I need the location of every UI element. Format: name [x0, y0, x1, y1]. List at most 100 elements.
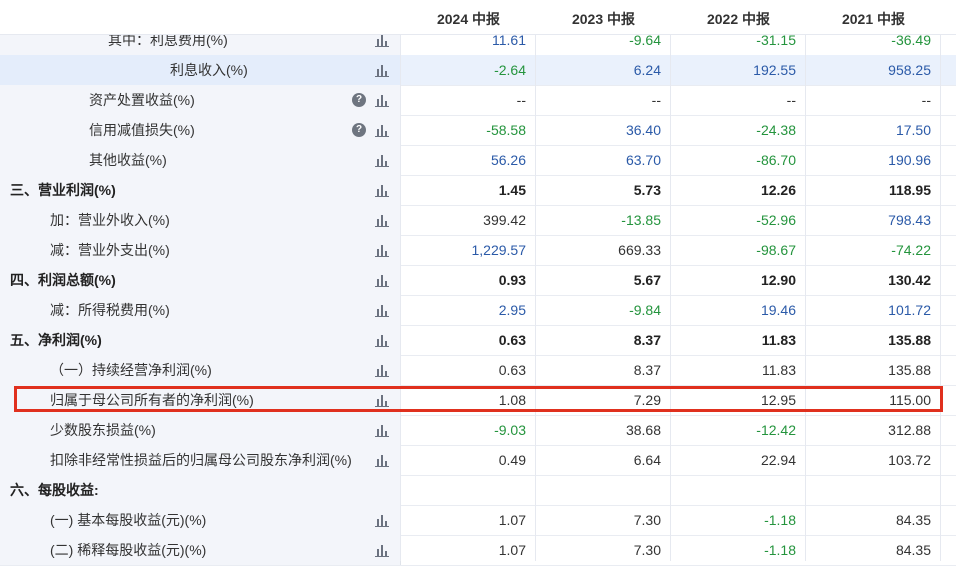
table-row: 四、利润总额(%) 0.93 5.67 12.90 130.42	[0, 265, 956, 296]
row-label-cell: 其他收益(%)	[0, 145, 401, 175]
value-cell: -52.96	[756, 212, 796, 228]
value-cell: -9.84	[629, 302, 661, 318]
bar-chart-icon[interactable]	[375, 333, 389, 347]
value-cell: 19.46	[760, 302, 796, 318]
row-label-cell: 资产处置收益(%)?	[0, 85, 401, 115]
value-cell: 11.83	[761, 332, 796, 348]
table-row: 资产处置收益(%)? -- -- -- --	[0, 85, 956, 116]
bar-chart-icon[interactable]	[375, 393, 389, 407]
bar-chart-icon[interactable]	[375, 303, 389, 317]
row-label: (一) 基本每股收益(元)(%)	[50, 512, 207, 528]
value-cell: -9.03	[494, 422, 526, 438]
row-label-cell: (一) 基本每股收益(元)(%)	[0, 505, 401, 535]
value-cell	[806, 475, 941, 505]
row-label: 利息收入(%)	[170, 62, 248, 78]
row-label: 归属于母公司所有者的净利润(%)	[50, 392, 254, 408]
row-label: 四、利润总额(%)	[10, 272, 116, 288]
value-cell: 399.42	[483, 212, 526, 228]
bar-chart-icon[interactable]	[375, 243, 389, 257]
column-header[interactable]: 2021 中报	[806, 0, 941, 34]
column-header[interactable]: 2023 中报	[536, 0, 671, 34]
table-row: 归属于母公司所有者的净利润(%) 1.08 7.29 12.95 115.00	[0, 385, 956, 416]
table-row: 少数股东损益(%) -9.03 38.68 -12.42 312.88	[0, 415, 956, 446]
bar-chart-icon[interactable]	[375, 363, 389, 377]
value-cell	[536, 475, 671, 505]
column-header[interactable]: 2024 中报	[401, 0, 536, 34]
value-cell: --	[651, 92, 661, 108]
column-divider	[670, 0, 671, 561]
value-cell: 11.83	[762, 362, 796, 378]
value-cell: -2.64	[494, 62, 526, 78]
question-circle-icon[interactable]: ?	[352, 123, 366, 137]
row-label: 其他收益(%)	[89, 152, 167, 168]
bar-chart-icon[interactable]	[375, 63, 389, 77]
bar-chart-icon[interactable]	[375, 153, 389, 167]
table-row: 利息收入(%) -2.64 6.24 192.55 958.25	[0, 55, 956, 86]
row-label-cell: 信用减值损失(%)?	[0, 115, 401, 145]
value-cell: --	[786, 92, 796, 108]
value-cell: 63.70	[625, 152, 661, 168]
value-cell: 135.88	[888, 362, 931, 378]
row-label-cell: 六、每股收益:	[0, 475, 401, 505]
bar-chart-icon[interactable]	[375, 453, 389, 467]
value-cell: -98.67	[756, 242, 796, 258]
bar-chart-icon[interactable]	[375, 273, 389, 287]
column-divider	[535, 0, 536, 561]
row-label-cell: 少数股东损益(%)	[0, 415, 401, 445]
value-cell: 8.37	[633, 332, 661, 348]
table-row: （一）持续经营净利润(%) 0.63 8.37 11.83 135.88	[0, 355, 956, 386]
bar-chart-icon[interactable]	[375, 213, 389, 227]
value-cell: -12.42	[756, 422, 796, 438]
column-divider	[400, 0, 401, 561]
value-cell: 12.90	[760, 272, 796, 288]
value-cell: 7.29	[633, 392, 661, 408]
row-label-cell: 五、净利润(%)	[0, 325, 401, 355]
table-row: 三、营业利润(%) 1.45 5.73 12.26 118.95	[0, 175, 956, 206]
bar-chart-icon[interactable]	[375, 93, 389, 107]
value-cell: 12.26	[760, 182, 796, 198]
bar-chart-icon[interactable]	[375, 513, 389, 527]
bar-chart-icon[interactable]	[375, 183, 389, 197]
value-cell: 312.88	[888, 422, 931, 438]
value-cell: 6.24	[633, 62, 661, 78]
value-cell: -58.58	[486, 122, 526, 138]
value-cell: 5.73	[633, 182, 661, 198]
value-cell: 7.30	[633, 512, 661, 528]
value-cell: 56.26	[490, 152, 526, 168]
column-divider	[940, 0, 941, 561]
value-cell: -24.38	[756, 122, 796, 138]
table-row: 六、每股收益:	[0, 475, 956, 506]
table-header: 2024 中报 2023 中报 2022 中报 2021 中报	[0, 0, 956, 35]
bar-chart-icon[interactable]	[375, 33, 389, 47]
bar-chart-icon[interactable]	[375, 123, 389, 137]
question-circle-icon[interactable]: ?	[352, 93, 366, 107]
row-label: 五、净利润(%)	[10, 332, 102, 348]
row-label: 减：营业外支出(%)	[50, 242, 170, 258]
column-header[interactable]: 2022 中报	[671, 0, 806, 34]
bar-chart-icon[interactable]	[375, 423, 389, 437]
row-label-cell: （一）持续经营净利润(%)	[0, 355, 401, 385]
value-cell: 6.64	[633, 452, 661, 468]
table-row: 减：营业外支出(%) 1,229.57 669.33 -98.67 -74.22	[0, 235, 956, 266]
table-row: 其他收益(%) 56.26 63.70 -86.70 190.96	[0, 145, 956, 176]
row-label-cell: 加：营业外收入(%)	[0, 205, 401, 235]
row-label-cell: 归属于母公司所有者的净利润(%)	[0, 385, 401, 415]
row-label: 六、每股收益:	[10, 482, 99, 498]
value-cell: 38.68	[625, 422, 661, 438]
value-cell: 115.00	[889, 392, 931, 408]
row-label-cell: 三、营业利润(%)	[0, 175, 401, 205]
row-label-cell: 减：营业外支出(%)	[0, 235, 401, 265]
value-cell: 130.42	[888, 272, 931, 288]
row-label: 减：所得税费用(%)	[50, 302, 170, 318]
table-row: 加：营业外收入(%) 399.42 -13.85 -52.96 798.43	[0, 205, 956, 236]
row-label: 三、营业利润(%)	[10, 182, 116, 198]
row-label: （一）持续经营净利润(%)	[50, 362, 212, 378]
bar-chart-icon[interactable]	[375, 543, 389, 557]
financial-table: 其中：利息费用(%) 11.61 -9.64 -31.15 -36.49 利息收入(%) -…	[0, 0, 956, 566]
value-cell: 798.43	[888, 212, 931, 228]
row-label: 信用减值损失(%)	[89, 122, 195, 138]
value-cell: 135.88	[888, 332, 931, 348]
column-divider	[805, 0, 806, 561]
table-row: (二) 稀释每股收益(元)(%) 1.07 7.30 -1.18 84.35	[0, 535, 956, 566]
value-cell: 0.63	[498, 332, 526, 348]
